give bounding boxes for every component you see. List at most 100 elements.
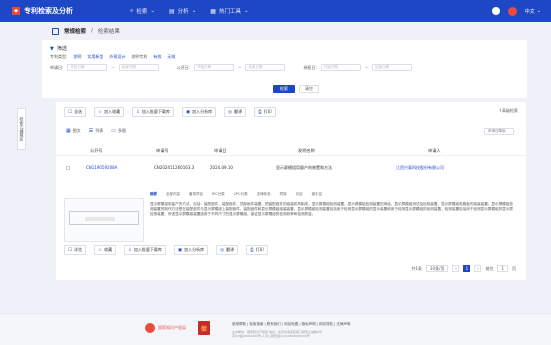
tab-family[interactable]: 同族 bbox=[280, 192, 287, 197]
prev-page-button[interactable]: ‹ bbox=[452, 265, 460, 272]
breadcrumb-current[interactable]: 常规检索 bbox=[64, 27, 86, 35]
add-analysis-button[interactable]: ▣ 加入分析库 bbox=[173, 245, 209, 255]
footer-links[interactable]: 使用帮助 | 检索指南 | 联系我们 | 网站地图 | 隐私声明 | 网站导航 … bbox=[232, 322, 350, 327]
search-button[interactable]: 检索 bbox=[273, 85, 295, 93]
goto-page-input[interactable]: 1 bbox=[497, 265, 508, 272]
favorite-button[interactable]: ☆ 收藏 bbox=[94, 245, 117, 255]
tab-legal-status[interactable]: 法律状态 bbox=[257, 192, 271, 197]
page-unit-label: 页 bbox=[512, 265, 516, 271]
filter-chip[interactable]: 有效 bbox=[153, 54, 161, 60]
tab-cited-by[interactable]: 被引证 bbox=[312, 192, 323, 197]
home-icon[interactable] bbox=[52, 27, 59, 35]
publication-number[interactable]: CN119059208A bbox=[86, 165, 117, 170]
tab-cpc[interactable]: CPC分类 bbox=[234, 192, 248, 197]
pub-date-start-field[interactable]: 开始日期 bbox=[194, 64, 235, 71]
add-analysis-button[interactable]: ▣ 加入分析库 bbox=[181, 107, 217, 117]
tab-bibliographic[interactable]: 著录项目 bbox=[189, 192, 203, 197]
language-switch[interactable]: 中文 ⌄ bbox=[525, 8, 541, 15]
action-label: 加入批量下载库 bbox=[133, 247, 162, 252]
translate-button[interactable]: ◎ 翻译 bbox=[216, 245, 239, 255]
avatar[interactable] bbox=[507, 6, 517, 16]
date-filters: 申请日: 开始日期 ~ 结束日期 公开日: 开始日期 ~ 结束日期 授权日: 开… bbox=[50, 64, 413, 71]
filter-chip[interactable]: 发明 bbox=[73, 54, 81, 60]
tab-abstract[interactable]: 摘要 bbox=[150, 192, 157, 197]
footer-logo-text: 国家知识产权局 bbox=[158, 325, 186, 330]
user-icon[interactable] bbox=[491, 7, 500, 15]
column-header[interactable]: 发明名称 bbox=[298, 148, 315, 154]
sort-dropdown[interactable]: 申请日降序 bbox=[484, 128, 514, 135]
view-label: 多图 bbox=[117, 128, 126, 133]
site-logo[interactable]: ◆ 专利检索及分析 bbox=[0, 6, 130, 16]
print-button[interactable]: ⎙ 打印 bbox=[246, 245, 268, 255]
table-header: 公开号 申请号 申请日 发明名称 申请人 bbox=[56, 146, 526, 156]
grant-date-label: 授权日: bbox=[303, 64, 317, 70]
detail-button[interactable]: ☐ 详览 bbox=[64, 245, 87, 255]
select-all-button[interactable]: ☐ 全选 bbox=[64, 107, 87, 117]
action-label: 收藏 bbox=[104, 247, 113, 252]
app-date-end-field[interactable]: 结束日期 bbox=[118, 64, 159, 71]
side-panel-toggle[interactable]: 检索式编辑区 bbox=[17, 108, 26, 150]
grant-date-start-field[interactable]: 开始日期 bbox=[320, 64, 361, 71]
application-number: CN202411260163.3 bbox=[154, 165, 195, 170]
application-date: 2024.09.10 bbox=[210, 165, 233, 170]
total-count: 共1条 bbox=[411, 265, 423, 271]
pub-date-end-field[interactable]: 结束日期 bbox=[245, 64, 286, 71]
batch-download-button[interactable]: ⇩ 加入批量下载库 bbox=[132, 107, 174, 117]
batch-download-button[interactable]: ⇩ 加入批量下载库 bbox=[124, 245, 166, 255]
tab-ipc[interactable]: IPC分类 bbox=[212, 192, 225, 197]
filter-chip[interactable]: 发明专利 bbox=[131, 54, 147, 60]
grant-date-end-field[interactable]: 结束日期 bbox=[372, 64, 413, 71]
date-separator: ~ bbox=[364, 65, 369, 70]
footer-info-line: 京ICP备06062626号-1 京公网安备11010802008236号 bbox=[232, 334, 310, 338]
filter-panel: ▼ 筛选 专利类型: 发明 实用新型 外观设计 发明专利 有效 无效 申请日: … bbox=[42, 40, 527, 98]
toolbar-button-label: 翻译 bbox=[234, 109, 243, 114]
footer: 国家知识产权局 徽 使用帮助 | 检索指南 | 联系我们 | 网站地图 | 隐私… bbox=[0, 313, 551, 345]
drawing-detail bbox=[85, 217, 115, 221]
translate-button[interactable]: ◎ 翻译 bbox=[224, 107, 247, 117]
chevron-down-icon: ⌄ bbox=[243, 8, 249, 14]
print-icon: ⎙ bbox=[250, 248, 254, 253]
next-page-button[interactable]: › bbox=[474, 265, 482, 272]
column-header[interactable]: 公开号 bbox=[90, 148, 103, 154]
detail-tabs: 摘要 全部内容 著录项目 IPC分类 CPC分类 法律状态 同族 引证 被引证 bbox=[150, 192, 322, 197]
view-list[interactable]: ☰ 列表 bbox=[89, 128, 103, 134]
tab-citation[interactable]: 引证 bbox=[296, 192, 303, 197]
row-checkbox[interactable] bbox=[66, 166, 70, 170]
column-header[interactable]: 申请日 bbox=[214, 148, 227, 154]
logo-mark-icon: ◆ bbox=[12, 7, 20, 15]
nav-search-label: 检索 bbox=[136, 9, 148, 15]
print-button[interactable]: ⎙ 打印 bbox=[254, 107, 276, 117]
applicant-link[interactable]: 江西兴泰科技股份有限公司 bbox=[396, 165, 444, 171]
filter-chip[interactable]: 实用新型 bbox=[87, 54, 103, 60]
analysis-icon: ▣ bbox=[185, 109, 191, 115]
filter-title: ▼ 筛选 bbox=[50, 45, 67, 53]
results-panel: ☐ 全选 ☆ 加入收藏 ⇩ 加入批量下载库 ▣ 加入分析库 ◎ 翻译 ⎙ 打印 ↑高级检索 … bbox=[56, 102, 526, 280]
reset-button[interactable]: 清空 bbox=[299, 85, 319, 93]
chart-icon: ▤ bbox=[169, 7, 175, 15]
chevron-down-icon: ⌄ bbox=[191, 8, 197, 14]
toolbar-button-label: 打印 bbox=[263, 109, 272, 114]
app-date-start-field[interactable]: 开始日期 bbox=[67, 64, 108, 71]
view-multi-image[interactable]: ▭ 多图 bbox=[111, 128, 126, 134]
page-size-select[interactable]: 10条/页 bbox=[426, 265, 449, 272]
toolbar-button-label: 加入收藏 bbox=[104, 109, 121, 114]
tab-full-text[interactable]: 全部内容 bbox=[166, 192, 180, 197]
nav-analysis[interactable]: ▤ 分析 ⌄ bbox=[169, 7, 197, 16]
advanced-search-link[interactable]: ↑高级检索 bbox=[499, 108, 518, 114]
nav-hot-tools[interactable]: ▦ 热门工具 ⌄ bbox=[210, 7, 249, 16]
column-header[interactable]: 申请人 bbox=[428, 148, 441, 154]
nav-search[interactable]: ⌕ 检索 ⌄ bbox=[130, 7, 155, 15]
filter-chip[interactable]: 外观设计 bbox=[109, 54, 125, 60]
page-number-button[interactable]: 1 bbox=[463, 265, 471, 272]
invention-title[interactable]: 显示屏模组用量产的装置和方法 bbox=[276, 165, 332, 171]
filter-chip[interactable]: 无效 bbox=[167, 54, 175, 60]
column-header[interactable]: 申请号 bbox=[156, 148, 169, 154]
download-icon: ⇩ bbox=[128, 247, 132, 253]
nav-analysis-label: 分析 bbox=[177, 9, 189, 15]
table-icon: ▭ bbox=[111, 128, 116, 134]
table-row[interactable]: CN119059208A CN202411260163.3 2024.09.10… bbox=[56, 164, 526, 174]
favorite-button[interactable]: ☆ 加入收藏 bbox=[94, 107, 125, 117]
view-image-text[interactable]: ▦ 图文 bbox=[66, 128, 81, 134]
patent-drawing-thumbnail[interactable] bbox=[64, 198, 144, 242]
date-separator: ~ bbox=[111, 65, 115, 70]
